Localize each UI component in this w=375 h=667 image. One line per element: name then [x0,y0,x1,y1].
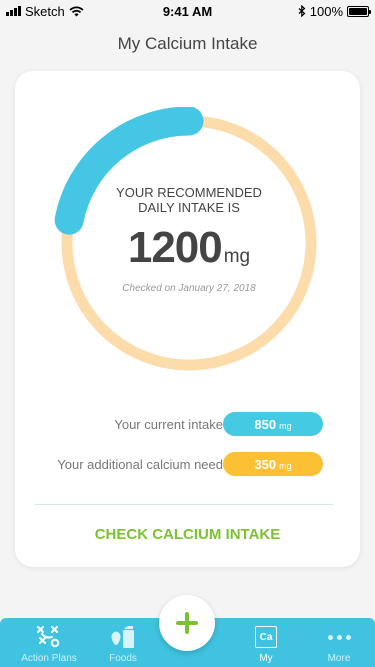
recommended-value: 1200 [127,222,223,272]
page-title: My Calcium Intake [117,34,258,53]
tab-label-foods: Foods [109,653,137,664]
calcium-ca-icon: Ca [252,624,280,650]
battery-icon [347,5,371,17]
tab-more[interactable]: More [304,618,374,667]
tab-foods[interactable]: Foods [88,618,158,667]
status-left: Sketch [6,4,84,19]
signal-icon [6,6,21,16]
add-button[interactable] [159,595,215,651]
additional-need-value: 350 [254,457,277,472]
action-plans-icon [35,624,63,650]
current-intake-value: 850 [254,417,277,432]
gauge-caption: YOUR RECOMMENDED DAILY INTAKE IS [116,184,262,215]
wifi-icon [69,6,84,16]
bluetooth-icon [298,5,306,17]
divider [35,504,333,505]
check-calcium-intake-button[interactable]: CHECK CALCIUM INTAKE [15,526,360,543]
recommended-unit: mg [223,245,251,267]
tab-label-more: More [327,653,351,664]
current-intake-label: Your current intake [114,417,223,432]
current-intake-unit: mg [279,421,292,431]
gauge-value-row: 1200 mg [128,223,250,273]
gauge-center: YOUR RECOMMENDED DAILY INTAKE IS 1200 mg… [53,107,325,379]
intake-gauge: YOUR RECOMMENDED DAILY INTAKE IS 1200 mg… [53,107,325,379]
tab-my[interactable]: Ca My [231,618,301,667]
foods-icon [109,624,137,650]
more-dots-icon [325,624,353,650]
calcium-card: YOUR RECOMMENDED DAILY INTAKE IS 1200 mg… [15,71,360,567]
tab-action-plans[interactable]: Action Plans [14,618,84,667]
additional-need-label: Your additional calcium need [57,457,223,472]
carrier-name: Sketch [25,3,65,19]
additional-need-row: Your additional calcium need 350 mg [15,452,360,476]
additional-need-pill: 350 mg [223,452,323,476]
current-intake-pill: 850 mg [223,412,323,436]
plus-icon [176,612,198,634]
checked-date: Checked on January 27, 2018 [122,282,256,294]
calcium-ca-text: Ca [255,626,277,648]
tab-label-my: My [259,653,273,664]
additional-need-unit: mg [279,461,292,471]
current-intake-row: Your current intake 850 mg [15,412,360,436]
tab-label-action-plans: Action Plans [21,653,77,664]
battery-percent: 100% [309,3,343,19]
status-right: 100% [298,3,371,19]
status-bar: Sketch 9:41 AM 100% [0,0,375,22]
